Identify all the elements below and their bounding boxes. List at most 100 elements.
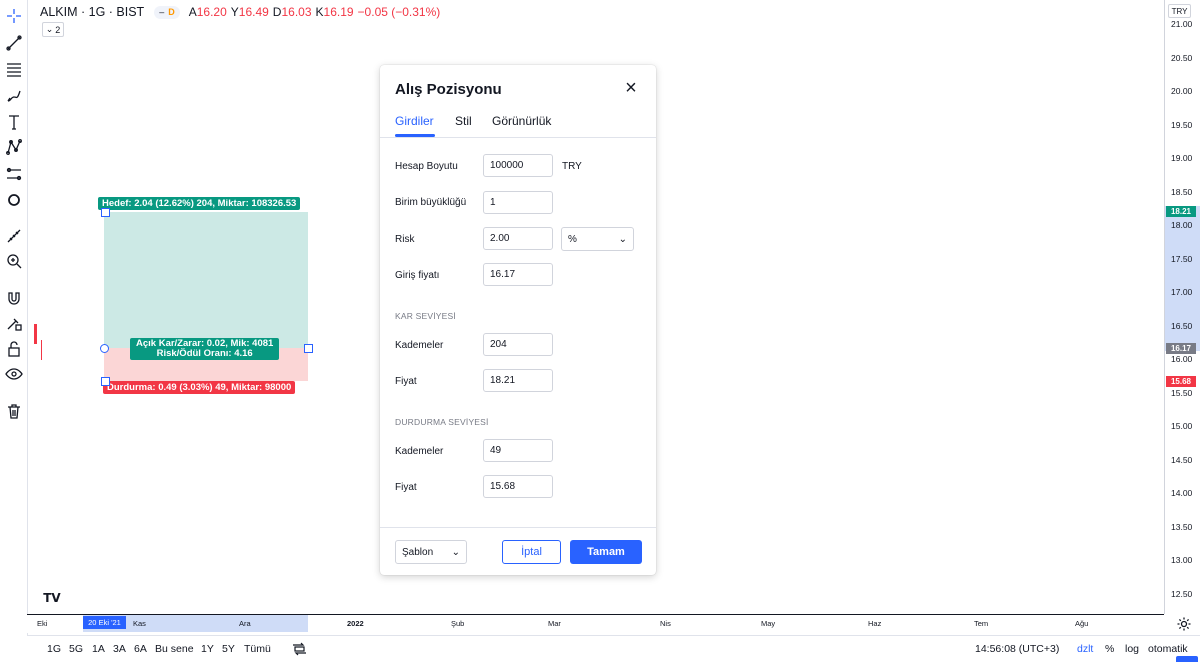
price-tick: 21.00 xyxy=(1171,19,1193,29)
crosshair-icon[interactable] xyxy=(3,5,24,26)
open-value: 16.20 xyxy=(196,5,227,19)
lot-size-label: Birim büyüklüğü xyxy=(395,197,467,208)
indicators-collapse-button[interactable]: ⌄ 2 xyxy=(42,22,64,37)
settings-icon[interactable] xyxy=(1176,616,1192,632)
range-1d[interactable]: 1G xyxy=(47,643,61,655)
low-label: D xyxy=(272,5,282,19)
entry-price-input[interactable]: 16.17 xyxy=(483,263,553,286)
compare-icon[interactable] xyxy=(292,642,307,656)
chevron-down-icon: ⌄ xyxy=(45,24,54,34)
symbol-title[interactable]: ALKIM · 1G · BIST xyxy=(40,5,144,19)
zoom-icon[interactable] xyxy=(3,250,24,271)
range-1m[interactable]: 1A xyxy=(92,643,105,655)
chevron-down-icon: ⌄ xyxy=(451,546,460,558)
time-label: Nis xyxy=(660,619,671,628)
price-tick: 12.50 xyxy=(1171,588,1193,599)
price-tick: 13.50 xyxy=(1171,521,1193,532)
profit-section-title: KAR SEVİYESİ xyxy=(395,311,456,321)
stop-label: Durdurma: 0.49 (3.03%) 49, Miktar: 98000 xyxy=(103,381,296,394)
price-tick: 18.50 xyxy=(1171,186,1193,197)
corner-button[interactable] xyxy=(1176,656,1198,662)
pattern-icon[interactable] xyxy=(3,136,24,157)
price-tick: 16.00 xyxy=(1171,354,1193,364)
stop-handle[interactable] xyxy=(101,377,110,386)
target-handle[interactable] xyxy=(101,208,110,217)
tab-style[interactable]: Stil xyxy=(455,114,472,128)
target-price-tag: 18.21 xyxy=(1166,206,1196,217)
price-tick: 20.00 xyxy=(1171,86,1193,96)
text-icon[interactable] xyxy=(3,111,24,132)
candle xyxy=(34,324,37,344)
change-value: −0.05 (−0.31%) xyxy=(357,5,441,19)
selected-date-tag: 20 Eki '21 xyxy=(83,616,126,629)
chevron-down-icon: ⌄ xyxy=(618,233,627,245)
target-label: Hedef: 2.04 (12.62%) 204, Miktar: 108326… xyxy=(98,197,301,210)
price-tick: 15.50 xyxy=(1171,387,1193,398)
time-label: Haz xyxy=(868,619,882,628)
price-tick: 20.50 xyxy=(1171,52,1193,63)
open-label: A xyxy=(188,5,197,19)
risk-unit-select[interactable]: % ⌄ xyxy=(561,227,634,251)
range-1y[interactable]: 1Y xyxy=(201,643,214,655)
range-5d[interactable]: 5G xyxy=(69,643,83,655)
tab-visibility[interactable]: Görünürlük xyxy=(492,114,551,128)
eye-icon[interactable] xyxy=(3,363,24,384)
range-3m[interactable]: 3A xyxy=(113,643,126,655)
profit-ticks-input[interactable]: 204 xyxy=(483,333,553,356)
pl-label: Açık Kar/Zarar: 0.02, Mik: 4081 Risk/Ödü… xyxy=(130,338,280,360)
price-tick: 16.50 xyxy=(1171,320,1193,331)
range-6m[interactable]: 6A xyxy=(134,643,147,655)
fib-icon[interactable] xyxy=(3,58,24,79)
lock-icon[interactable] xyxy=(3,338,24,359)
entry-price-label: Giriş fiyatı xyxy=(395,270,440,281)
price-tick: 17.00 xyxy=(1171,287,1193,297)
account-size-input[interactable]: 100000 xyxy=(483,154,553,177)
stop-price-input[interactable]: 15.68 xyxy=(483,475,553,498)
stop-price-tag: 15.68 xyxy=(1166,376,1196,387)
risk-label: Risk xyxy=(395,234,415,245)
lock-drawing-icon[interactable] xyxy=(3,312,24,333)
profit-zone[interactable] xyxy=(104,212,308,348)
low-value: 16.03 xyxy=(281,5,312,19)
time-label: Ağu xyxy=(1075,619,1089,628)
log-toggle[interactable]: log xyxy=(1125,643,1139,655)
trash-icon[interactable] xyxy=(3,400,24,421)
entry-handle-right[interactable] xyxy=(304,344,313,353)
entry-price-tag: 16.17 xyxy=(1166,343,1196,354)
lot-size-input[interactable]: 1 xyxy=(483,191,553,214)
risk-input[interactable]: 2.00 xyxy=(483,227,553,250)
divider xyxy=(380,527,656,528)
close-icon[interactable]: × xyxy=(622,78,640,98)
price-tick: 19.00 xyxy=(1171,153,1193,163)
price-tick: 17.50 xyxy=(1171,253,1193,264)
trend-line-icon[interactable] xyxy=(3,32,24,53)
profit-price-input[interactable]: 18.21 xyxy=(483,369,553,392)
profit-ticks-label: Kademeler xyxy=(395,340,444,351)
forecast-icon[interactable] xyxy=(3,163,24,184)
tab-inputs[interactable]: Girdiler xyxy=(395,114,434,128)
left-toolbar xyxy=(0,0,28,662)
tradingview-logo[interactable]: TV xyxy=(40,589,64,607)
profit-price-label: Fiyat xyxy=(395,376,417,387)
template-dropdown[interactable]: Şablon ⌄ xyxy=(395,540,467,564)
range-ytd[interactable]: Bu sene xyxy=(155,643,194,655)
clock[interactable]: 14:56:08 (UTC+3) xyxy=(975,643,1059,655)
entry-handle-left[interactable] xyxy=(100,344,109,353)
high-label: Y xyxy=(230,5,239,19)
range-all[interactable]: Tümü xyxy=(244,643,271,655)
currency-button[interactable]: TRY xyxy=(1168,4,1191,18)
range-5y[interactable]: 5Y xyxy=(222,643,235,655)
cancel-button[interactable]: İptal xyxy=(502,540,561,564)
brush-icon[interactable] xyxy=(3,85,24,106)
shape-icon[interactable] xyxy=(3,189,24,210)
long-position-dialog: Alış Pozisyonu × Girdiler Stil Görünürlü… xyxy=(380,65,656,575)
adjust-toggle[interactable]: dzlt xyxy=(1077,643,1093,655)
price-tick: 19.50 xyxy=(1171,119,1193,130)
magnet-icon[interactable] xyxy=(3,287,24,308)
auto-toggle[interactable]: otomatik xyxy=(1148,643,1188,655)
stop-ticks-input[interactable]: 49 xyxy=(483,439,553,462)
percent-toggle[interactable]: % xyxy=(1105,643,1114,655)
close-label: K xyxy=(315,5,324,19)
ruler-icon[interactable] xyxy=(3,225,24,246)
ok-button[interactable]: Tamam xyxy=(570,540,642,564)
